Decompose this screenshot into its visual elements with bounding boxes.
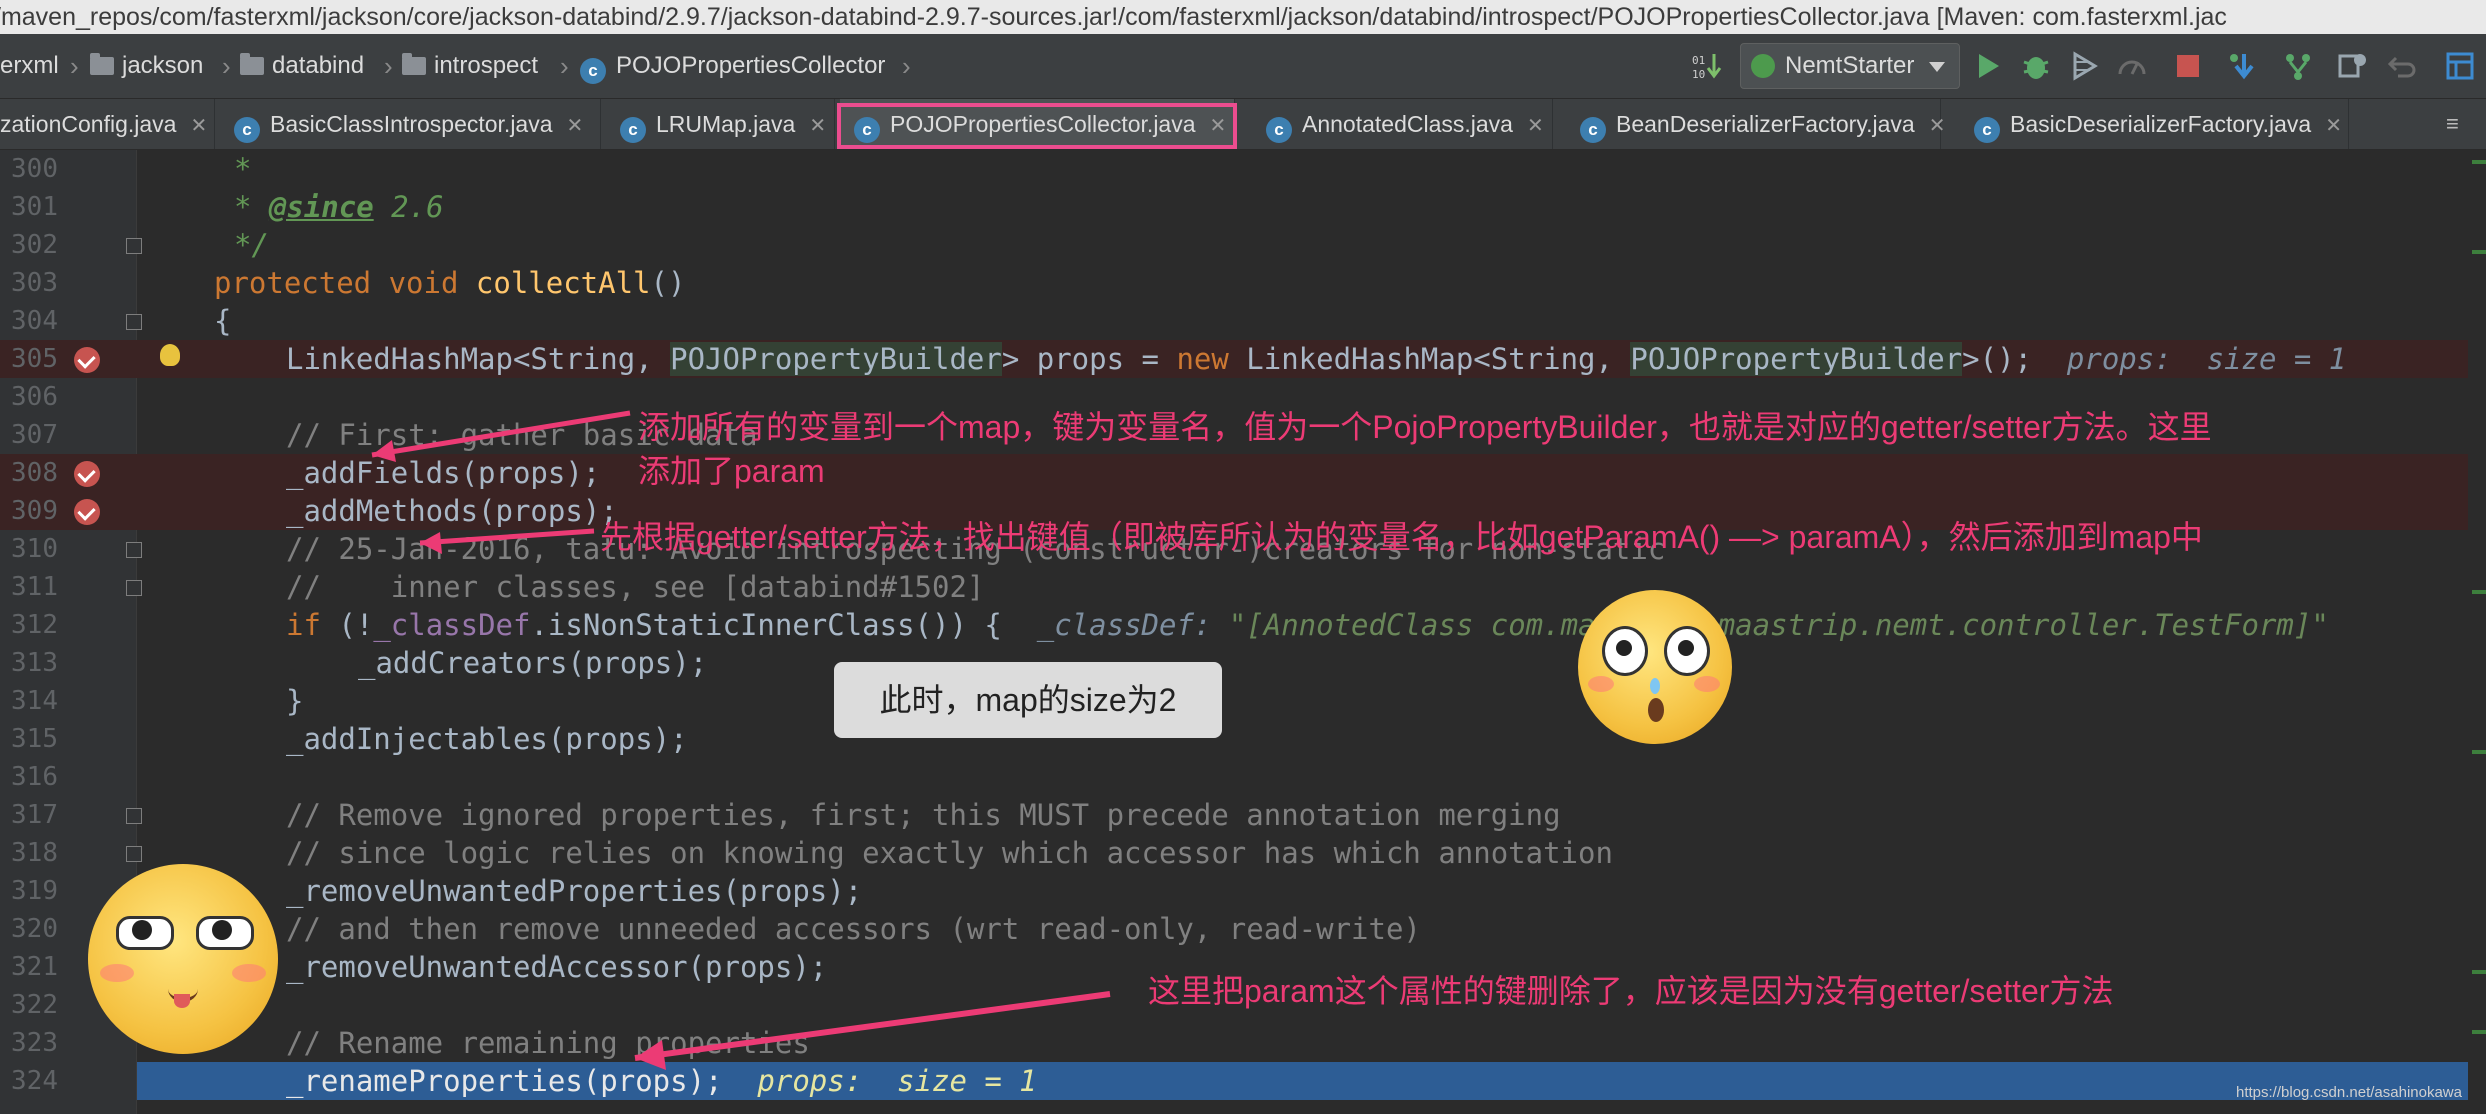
surprised-face-icon xyxy=(1578,590,1732,744)
annotation-note-1-continued: 添加了param xyxy=(638,453,825,489)
annotation-note-3: 这里把param这个属性的键删除了，应该是因为没有getter/setter方法 xyxy=(1148,973,2114,1009)
watermark: https://blog.csdn.net/asahinokawa xyxy=(2236,1084,2462,1101)
map-size-tooltip: 此时，map的size为2 xyxy=(834,662,1222,738)
annotation-note-2: 先根据getter/setter方法，找出键值（即被库所认为的变量名，比如get… xyxy=(600,519,2203,555)
smug-face-icon xyxy=(88,864,278,1054)
annotation-note-1: 添加所有的变量到一个map，键为变量名，值为一个PojoPropertyBuil… xyxy=(638,409,2212,445)
